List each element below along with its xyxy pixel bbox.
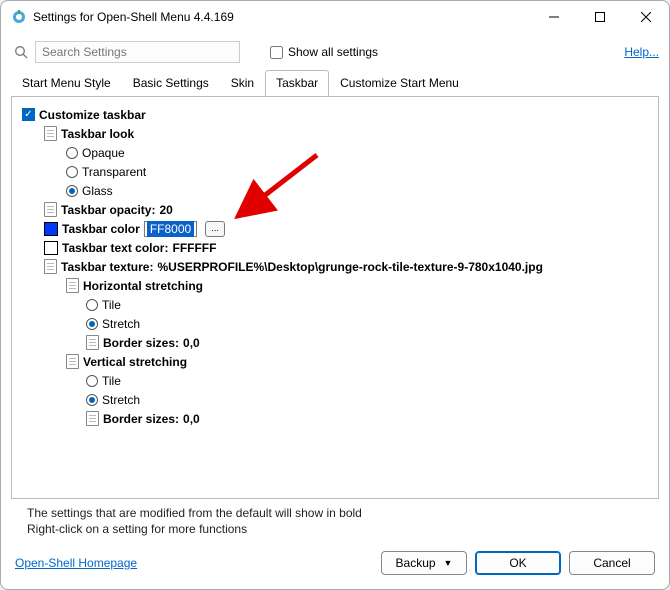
- h-tile-radio[interactable]: [86, 299, 98, 311]
- h-stretch-radio[interactable]: [86, 318, 98, 330]
- help-link[interactable]: Help...: [624, 45, 659, 59]
- customize-taskbar-checkbox[interactable]: ✓: [22, 108, 35, 121]
- info-line-1: The settings that are modified from the …: [27, 505, 657, 521]
- info-line-2: Right-click on a setting for more functi…: [27, 521, 657, 537]
- h-stretch-label[interactable]: Horizontal stretching: [83, 279, 203, 293]
- text-color-label[interactable]: Taskbar text color:: [62, 241, 168, 255]
- file-icon: [44, 259, 57, 274]
- opacity-label[interactable]: Taskbar opacity:: [61, 203, 155, 217]
- maximize-button[interactable]: [577, 1, 623, 33]
- v-stretch-radio[interactable]: [86, 394, 98, 406]
- ok-button[interactable]: OK: [475, 551, 561, 575]
- window-title: Settings for Open-Shell Menu 4.4.169: [33, 10, 531, 24]
- app-icon: [11, 9, 27, 25]
- v-border-label[interactable]: Border sizes:: [103, 412, 179, 426]
- show-all-checkbox[interactable]: [270, 46, 283, 59]
- settings-tree: ✓ Customize taskbar Taskbar look Opaque …: [11, 96, 659, 499]
- texture-value[interactable]: %USERPROFILE%\Desktop\grunge-rock-tile-t…: [157, 260, 542, 274]
- look-transparent-label[interactable]: Transparent: [82, 165, 146, 179]
- file-icon: [86, 335, 99, 350]
- look-opaque-radio[interactable]: [66, 147, 78, 159]
- show-all-settings[interactable]: Show all settings: [270, 45, 378, 59]
- v-stretch-label[interactable]: Vertical stretching: [83, 355, 187, 369]
- look-glass-radio[interactable]: [66, 185, 78, 197]
- text-color-swatch[interactable]: [44, 241, 58, 255]
- file-icon: [86, 411, 99, 426]
- h-tile-label[interactable]: Tile: [102, 298, 121, 312]
- v-tile-label[interactable]: Tile: [102, 374, 121, 388]
- tab-basic-settings[interactable]: Basic Settings: [122, 70, 220, 96]
- chevron-down-icon: ▼: [444, 558, 453, 568]
- taskbar-color-swatch[interactable]: [44, 222, 58, 236]
- search-input[interactable]: [35, 41, 240, 63]
- tab-start-menu-style[interactable]: Start Menu Style: [11, 70, 122, 96]
- titlebar: Settings for Open-Shell Menu 4.4.169: [1, 1, 669, 33]
- texture-label[interactable]: Taskbar texture:: [61, 260, 153, 274]
- h-border-value[interactable]: 0,0: [183, 336, 200, 350]
- minimize-button[interactable]: [531, 1, 577, 33]
- cancel-button[interactable]: Cancel: [569, 551, 655, 575]
- look-transparent-radio[interactable]: [66, 166, 78, 178]
- taskbar-color-label[interactable]: Taskbar color: [62, 222, 140, 236]
- look-glass-label[interactable]: Glass: [82, 184, 113, 198]
- show-all-label: Show all settings: [288, 45, 378, 59]
- tab-skin[interactable]: Skin: [220, 70, 265, 96]
- h-border-label[interactable]: Border sizes:: [103, 336, 179, 350]
- file-icon: [44, 202, 57, 217]
- tab-customize-start-menu[interactable]: Customize Start Menu: [329, 70, 470, 96]
- file-icon: [66, 278, 79, 293]
- info-text: The settings that are modified from the …: [1, 499, 669, 541]
- taskbar-color-field[interactable]: FF8000: [144, 221, 197, 237]
- taskbar-color-browse-button[interactable]: ...: [205, 221, 225, 237]
- tabs: Start Menu Style Basic Settings Skin Tas…: [1, 69, 669, 96]
- look-opaque-label[interactable]: Opaque: [82, 146, 125, 160]
- v-border-value[interactable]: 0,0: [183, 412, 200, 426]
- tab-taskbar[interactable]: Taskbar: [265, 70, 329, 96]
- text-color-value[interactable]: FFFFFF: [172, 241, 216, 255]
- file-icon: [44, 126, 57, 141]
- homepage-link[interactable]: Open-Shell Homepage: [15, 556, 137, 570]
- search-icon: [13, 44, 29, 60]
- v-stretch-opt-label[interactable]: Stretch: [102, 393, 140, 407]
- customize-taskbar-label[interactable]: Customize taskbar: [39, 108, 146, 122]
- v-tile-radio[interactable]: [86, 375, 98, 387]
- taskbar-color-value[interactable]: FF8000: [147, 221, 194, 237]
- backup-button[interactable]: Backup▼: [381, 551, 467, 575]
- file-icon: [66, 354, 79, 369]
- close-button[interactable]: [623, 1, 669, 33]
- h-stretch-opt-label[interactable]: Stretch: [102, 317, 140, 331]
- taskbar-look-label[interactable]: Taskbar look: [61, 127, 134, 141]
- opacity-value[interactable]: 20: [159, 203, 172, 217]
